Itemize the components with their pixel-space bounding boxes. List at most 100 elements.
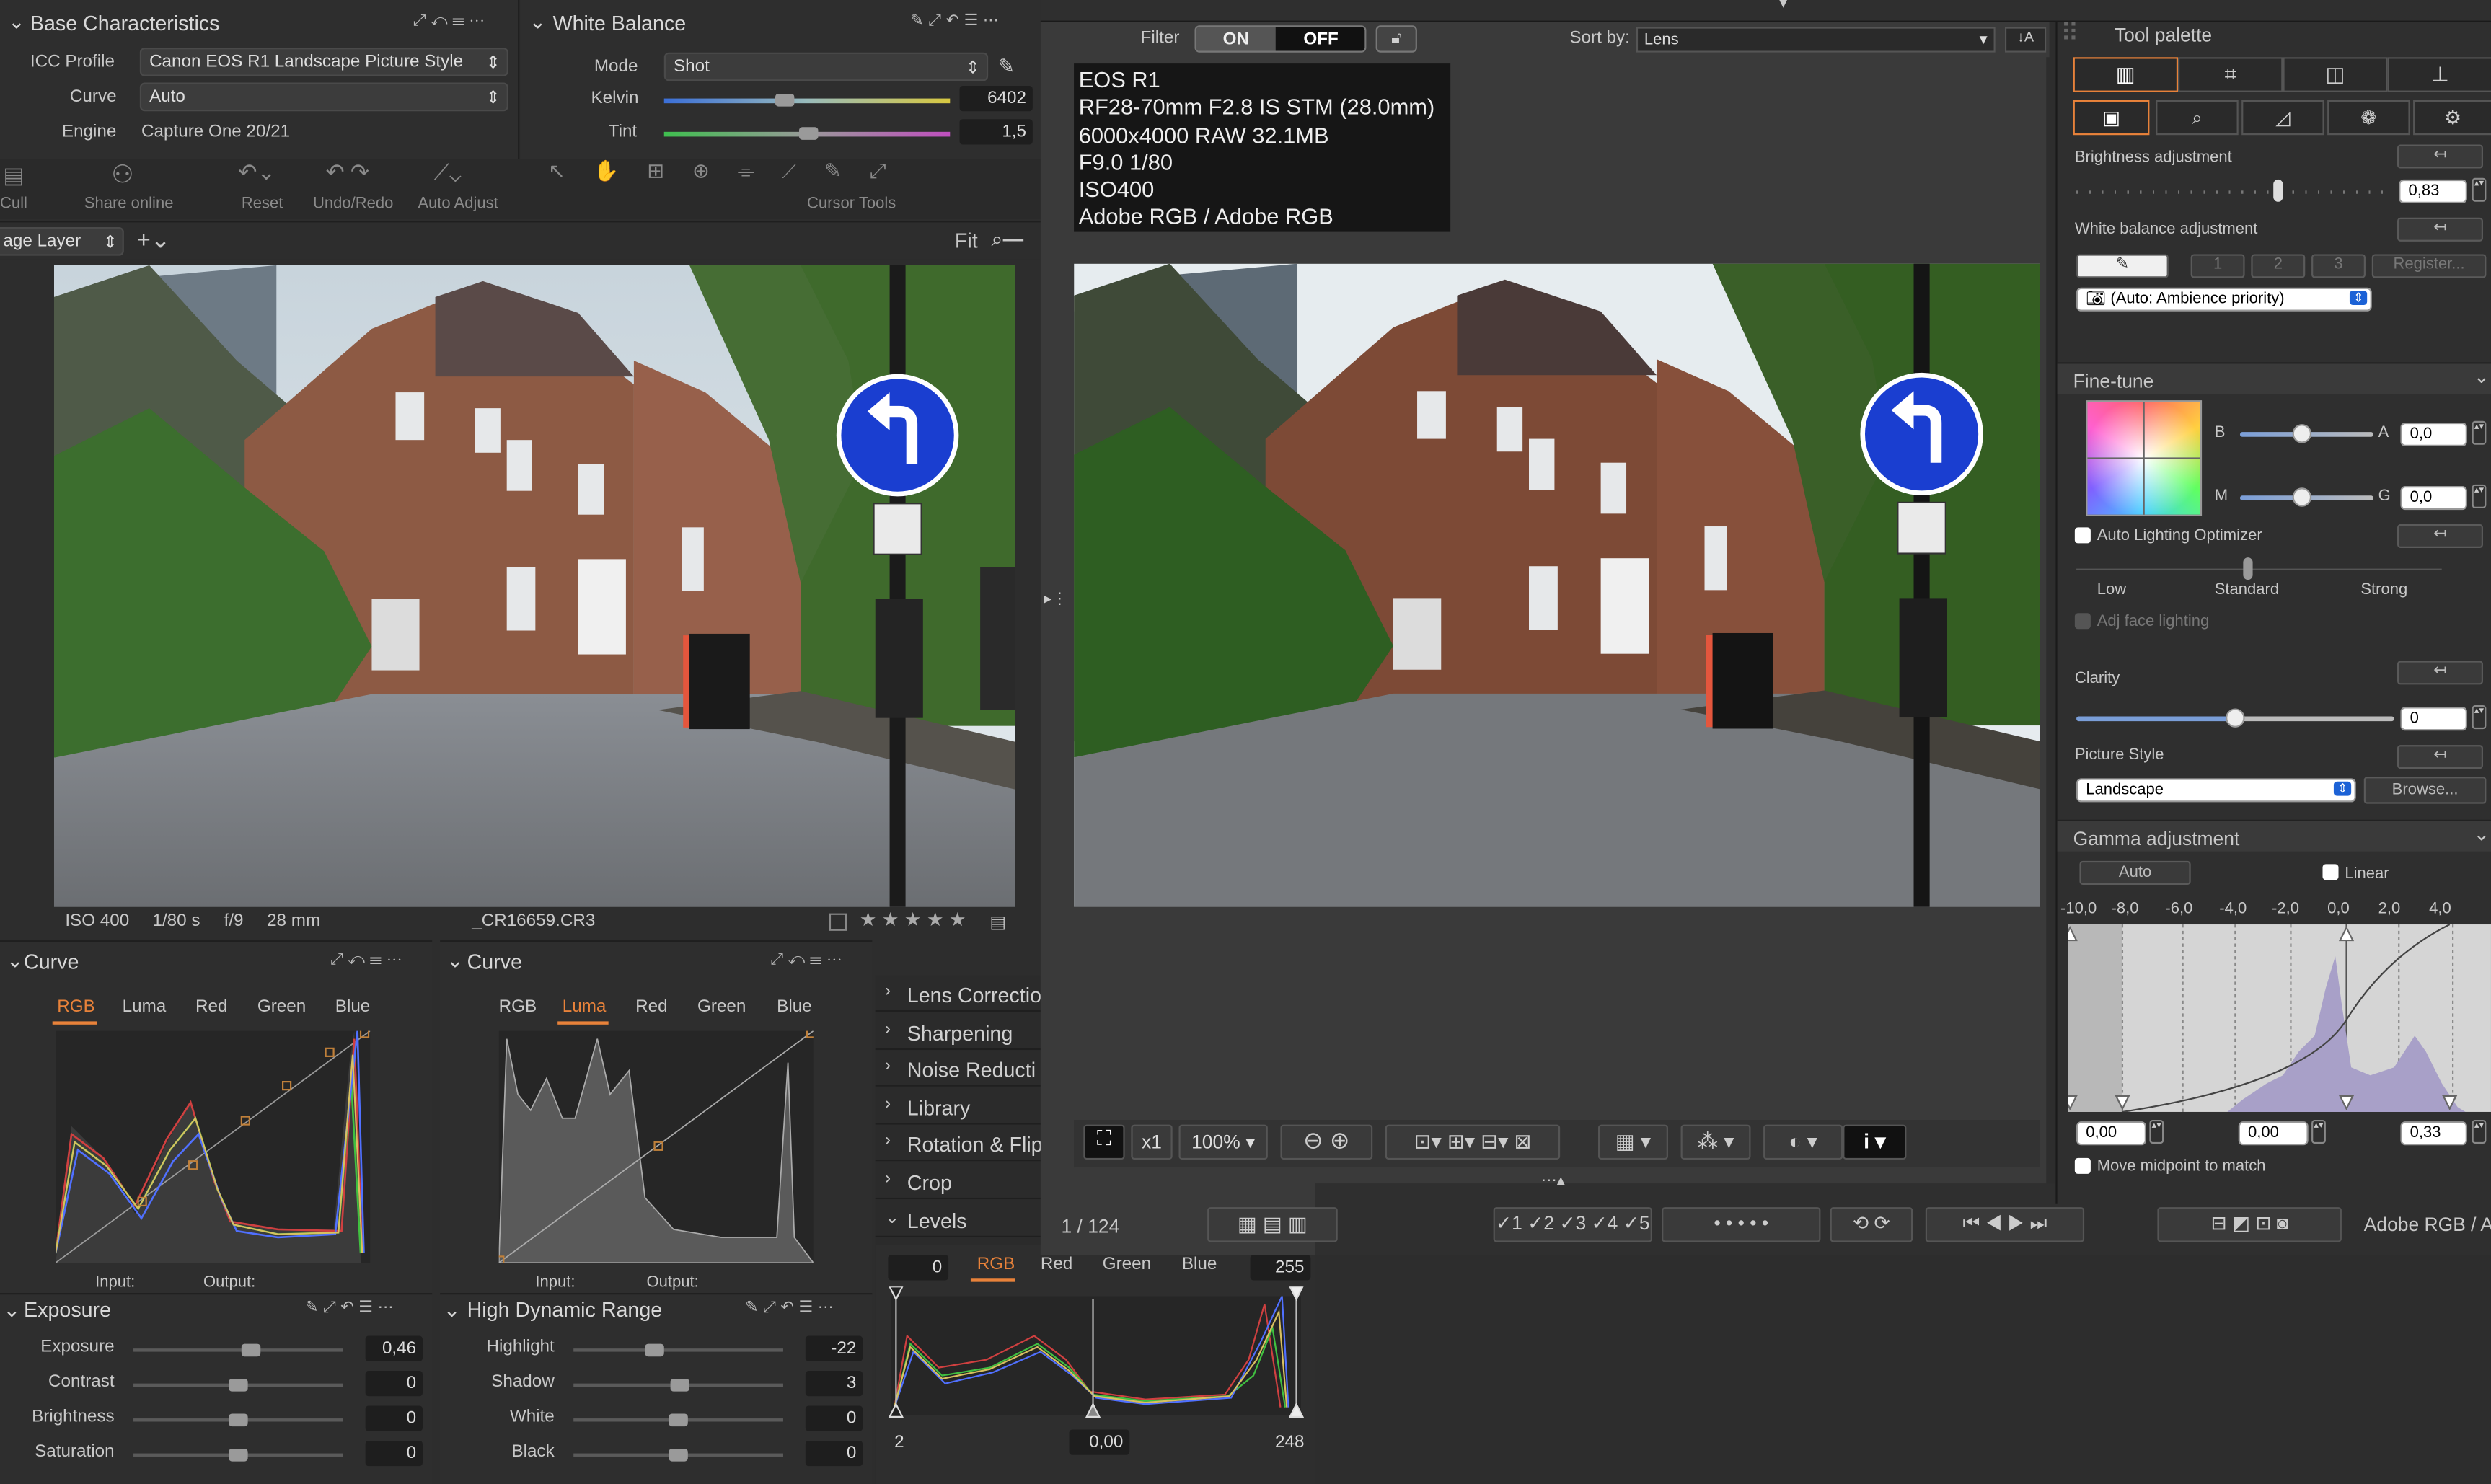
slider-value[interactable]: 0	[365, 1371, 423, 1397]
zoom-slider-icon[interactable]: ⌕━	[992, 227, 1024, 252]
fit-label[interactable]: Fit	[955, 229, 978, 252]
chevron-down-icon[interactable]: ⌄	[529, 9, 547, 35]
move-midpoint-checkbox[interactable]	[2074, 1157, 2091, 1174]
tool-item[interactable]: ⌄ Levels	[875, 1200, 1041, 1237]
fit-screen-button[interactable]: ⛶	[1083, 1124, 1125, 1160]
gamma-auto-button[interactable]: Auto	[2079, 860, 2191, 885]
browse-button[interactable]: Browse...	[2363, 777, 2487, 804]
tab-rgb[interactable]: RGB	[499, 997, 537, 1016]
subtab-basic[interactable]: ▣	[2073, 100, 2150, 136]
wb-reset-button[interactable]: ↤	[2397, 217, 2483, 242]
wb-slot-2[interactable]: 2	[2251, 254, 2306, 278]
viewer-photo[interactable]	[53, 265, 1015, 907]
slider-knob[interactable]	[669, 1448, 688, 1462]
panel-header-icons[interactable]: ✎⤢↶☰⋯	[910, 13, 1003, 30]
gamma-value-3[interactable]: 0,33	[2400, 1121, 2467, 1146]
tab-rgb[interactable]: RGB	[57, 997, 95, 1016]
color-wheel-grid[interactable]	[2086, 400, 2203, 516]
gamma-stepper-2[interactable]: ▴▾	[2311, 1119, 2326, 1144]
check-mark-buttons[interactable]: ✓1 ✓2 ✓3 ✓4 ✓5	[1493, 1207, 1652, 1242]
auto-adjust-icon[interactable]: ⟋⌄	[433, 159, 461, 185]
g-stepper[interactable]: ▴▾	[2472, 484, 2487, 508]
navigation-buttons[interactable]: ⏮ ◀ ▶ ⏭	[1925, 1207, 2085, 1242]
gamma-header[interactable]: Gamma adjustment ⌄	[2057, 819, 2491, 852]
tint-value[interactable]: 1,5	[959, 119, 1033, 145]
tool-item[interactable]: › Crop	[875, 1162, 1041, 1200]
cull-icon[interactable]: ▤	[3, 162, 24, 189]
zoom-select[interactable]: 100% ▾	[1178, 1124, 1268, 1160]
zoom-out-in-buttons[interactable]: ⊖ ⊕	[1280, 1124, 1373, 1160]
alo-slider-knob[interactable]	[2243, 557, 2253, 580]
collapse-arrow-icon[interactable]: ▾	[1779, 0, 1787, 13]
g-value[interactable]: 0,0	[2400, 486, 2467, 511]
curve-graph[interactable]	[56, 1030, 371, 1263]
star-rating[interactable]: ★ ★ ★ ★ ★	[860, 909, 966, 931]
brightness-reset-button[interactable]: ↤	[2397, 144, 2483, 169]
slider-track[interactable]	[573, 1348, 783, 1352]
levels-max-top[interactable]: 255	[1250, 1255, 1311, 1281]
levels-tab-green[interactable]: Green	[1103, 1255, 1151, 1273]
levels-mid[interactable]: 0,00	[1069, 1429, 1130, 1455]
wb-preset-select[interactable]: 📷︎ (Auto: Ambience priority) ⇕	[2076, 287, 2372, 312]
slider-knob[interactable]	[229, 1379, 248, 1392]
curve-select[interactable]: Auto ⇕	[139, 82, 508, 112]
slider-value[interactable]: 0	[365, 1405, 423, 1431]
picstyle-select[interactable]: Landscape ⇕	[2076, 778, 2356, 803]
layout-buttons[interactable]: ▦ ▤ ▥	[1207, 1207, 1338, 1242]
sort-direction-button[interactable]: ↓A	[2004, 27, 2047, 53]
subtab-curve[interactable]: ◿	[2241, 100, 2324, 136]
slider-knob[interactable]	[669, 1413, 688, 1427]
levels-handles[interactable]	[883, 1286, 1313, 1429]
slider-value[interactable]: -22	[805, 1335, 863, 1361]
clarity-slider-knob[interactable]	[2226, 708, 2245, 728]
clarity-stepper[interactable]: ▴▾	[2472, 705, 2487, 730]
crop-tab[interactable]: ⌗	[2178, 57, 2283, 92]
filter-on[interactable]: ON	[1196, 27, 1276, 51]
kelvin-slider-knob[interactable]	[775, 93, 795, 107]
panel-header-icons[interactable]: ✎⤢↶☰⋯	[745, 1299, 838, 1317]
brightness-stepper[interactable]: ▴▾	[2472, 177, 2487, 202]
filter-off[interactable]: OFF	[1275, 27, 1365, 51]
panel-header-icons[interactable]: ✎⤢↶☰⋯	[305, 1299, 398, 1317]
chevron-down-icon[interactable]: ⌄	[8, 9, 25, 35]
panel-header-icons[interactable]: ⤢↶☰⋯	[330, 951, 407, 968]
rotate-buttons[interactable]: ⟲ ⟳	[1830, 1207, 1913, 1242]
reset-icon[interactable]: ↶⌄	[238, 159, 275, 185]
slider-knob[interactable]	[671, 1379, 690, 1392]
a-stepper[interactable]: ▴▾	[2472, 420, 2487, 445]
m-slider-knob[interactable]	[2292, 487, 2312, 507]
b-slider-knob[interactable]	[2292, 424, 2312, 443]
sortby-select[interactable]: Lens ▾	[1636, 27, 1996, 53]
wb-slot-1[interactable]: 1	[2190, 254, 2245, 278]
select-checkbox[interactable]	[829, 913, 847, 931]
subtab-detail[interactable]: ⌕	[2156, 100, 2239, 136]
curve-graph[interactable]	[498, 1030, 814, 1263]
wb-slot-3[interactable]: 3	[2311, 254, 2366, 278]
tab-green[interactable]: Green	[257, 997, 306, 1016]
grid-button[interactable]: ▦ ▾	[1598, 1124, 1668, 1160]
wb-mode-select[interactable]: Shot ⇕	[663, 52, 989, 81]
rating-dots[interactable]: • • • • •	[1662, 1207, 1821, 1242]
eyedropper-icon[interactable]: ✎	[997, 54, 1015, 79]
linear-checkbox[interactable]	[2322, 864, 2339, 880]
tool-item[interactable]: › Lens Correctio	[875, 976, 1041, 1012]
gamma-value-1[interactable]: 0,00	[2076, 1121, 2146, 1146]
image-tab[interactable]: ◫	[2283, 57, 2388, 92]
highlight-warning-button[interactable]: ◐ ▾	[1763, 1124, 1843, 1160]
panel-collapse-handle[interactable]: ▸⋮	[1044, 591, 1067, 622]
icc-profile-select[interactable]: Canon EOS R1 Landscape Picture Style ⇕	[139, 48, 508, 76]
chevron-down-icon[interactable]: ⌄	[2474, 366, 2490, 388]
palette-grip-icon[interactable]: ⠿	[2060, 17, 2079, 49]
subtab-color[interactable]: ❁	[2327, 100, 2410, 136]
tab-luma[interactable]: Luma	[563, 997, 607, 1016]
gamma-histogram[interactable]	[2068, 924, 2491, 1112]
subtab-settings[interactable]: ⚙	[2413, 100, 2491, 136]
chevron-down-icon[interactable]: ⌄	[6, 948, 24, 973]
af-points-button[interactable]: ⁂ ▾	[1680, 1124, 1751, 1160]
clarity-reset-top-button[interactable]: ↤	[2397, 661, 2483, 685]
alo-reset-button[interactable]: ↤	[2397, 524, 2483, 548]
adj-face-checkbox[interactable]	[2074, 613, 2091, 630]
gamma-value-2[interactable]: 0,00	[2238, 1121, 2309, 1146]
levels-tab-rgb[interactable]: RGB	[977, 1255, 1015, 1273]
cursor-tools-icons[interactable]: ↖ ✋ ⊞ ⊕ ⌯ ⟋ ✎ ⤢	[548, 159, 897, 184]
